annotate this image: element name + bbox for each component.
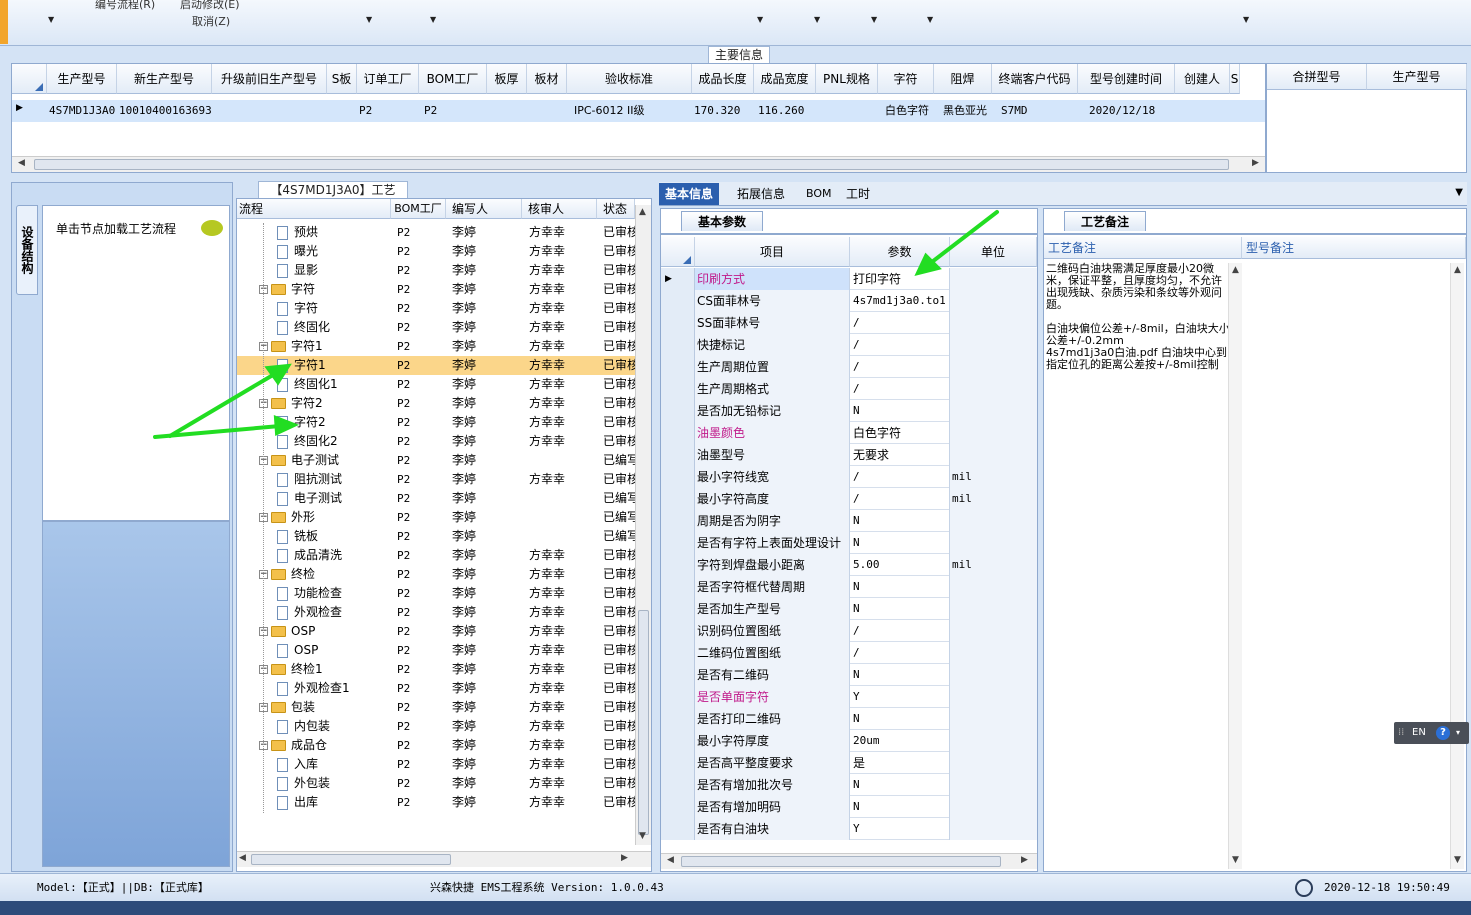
arrow-head [273,414,300,437]
clock-icon [1295,879,1313,897]
status-model-db: Model:【正式】||DB:【正式库】 [37,881,209,894]
arrow-line [926,210,999,267]
taskbar [0,901,1471,915]
annotation-arrows [153,210,999,439]
status-datetime: 2020-12-18 19:50:49 [1324,881,1450,894]
status-app-version: 兴森快捷 EMS工程系统 Version: 1.0.0.43 [430,881,664,894]
arrow-head [264,363,292,386]
status-bar: Model:【正式】||DB:【正式库】 兴森快捷 EMS工程系统 Versio… [0,873,1471,901]
